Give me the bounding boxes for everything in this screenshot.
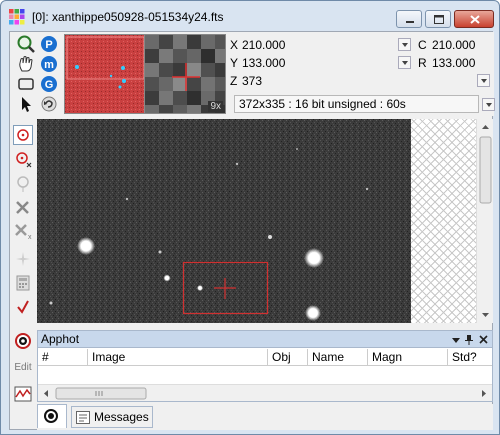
col-std[interactable]: Std? [448,349,492,366]
c-coord-value: 210.000 [432,38,476,52]
magnifier-zoom-label: 9x [208,101,223,112]
pin-icon[interactable] [464,334,474,345]
aperture-delete-icon[interactable] [13,197,33,217]
svg-text:P: P [45,39,52,51]
coordinates-panel: X 210.000 C 210.000 Y 133.000 R 133.000 … [226,32,495,116]
chart-graph-icon[interactable] [13,384,33,404]
svg-text:G: G [45,79,54,91]
minimize-button[interactable] [396,10,422,28]
calculator-icon[interactable] [13,273,33,293]
apphot-title: Apphot [41,332,80,346]
aperture-move-icon[interactable] [13,173,33,193]
horizontal-scrollbar[interactable] [38,384,492,401]
r-coord-label: R [418,56,427,70]
apphot-table-header: # Image Obj Name Magn Std? [38,349,492,366]
fit-window-icon[interactable] [17,75,35,93]
y-coord-dropdown[interactable] [398,56,411,69]
apphot-header: Apphot [38,331,492,348]
r-coord-value: 133.000 [432,56,476,70]
image-canvas[interactable] [37,119,411,323]
col-number[interactable]: # [38,349,88,366]
z-coord-label: Z [230,74,238,88]
tab-apphot[interactable] [37,404,67,428]
close-button[interactable] [454,10,494,28]
panel-menu-icon[interactable] [451,335,461,345]
z-coord-value: 373 [242,74,263,88]
col-name[interactable]: Name [308,349,368,366]
image-outside-area [411,119,476,323]
svg-text:m: m [44,59,54,71]
vertical-scrollbar-graphic [479,125,492,317]
col-image[interactable]: Image [88,349,268,366]
c-coord-label: C [418,38,427,52]
minimize-icon [406,21,414,23]
magnifier-view: 9x [144,34,226,114]
overview-thumbnail[interactable] [64,34,146,114]
title-bar[interactable]: [0]: xanthippe050928-051534y24.fts [1,1,499,31]
sparkle-icon[interactable] [13,249,33,269]
x-coord-label: X [230,38,239,52]
col-magn[interactable]: Magn [368,349,448,366]
overview-image [65,35,145,113]
checkmark-icon[interactable] [13,297,33,317]
tab-messages[interactable]: Messages [71,406,153,428]
hand-pan-icon[interactable] [17,55,35,73]
aperture-delete-all-icon[interactable]: x [13,221,33,241]
target-icon[interactable] [13,331,33,351]
app-icon [9,9,25,25]
m-button-icon[interactable]: m [40,55,58,73]
restore-icon [434,15,444,24]
g-button-icon[interactable]: G [40,75,58,93]
zoom-icon[interactable] [17,35,35,53]
svg-text:x: x [28,234,32,241]
image-info-dropdown[interactable] [482,98,495,111]
aperture-select-icon[interactable] [13,125,33,145]
messages-tab-label: Messages [94,410,149,424]
image-info-field[interactable]: 372x335 : 16 bit unsigned : 60s [234,95,479,113]
zoom-tools: P m G [10,32,64,116]
maximize-button[interactable] [425,10,451,28]
window-title: [0]: xanthippe050928-051534y24.fts [32,10,224,24]
close-icon [470,15,480,24]
bottom-tabs: Messages [37,404,493,430]
target-tab-icon [44,409,58,423]
horizontal-scrollbar-graphic [44,387,486,400]
x-coord-value: 210.000 [242,38,286,52]
vertical-scrollbar[interactable] [476,119,493,323]
p-button-icon[interactable]: P [40,35,58,53]
main-panel: P m G 9x X 210.000 C 210.000 Y 133.000 R… [9,31,495,430]
edit-label[interactable]: Edit [13,358,33,378]
pointer-icon[interactable] [17,95,35,113]
left-toolbar: x Edit [10,118,36,408]
z-coord-dropdown[interactable] [477,74,490,87]
messages-icon [76,411,90,424]
col-obj[interactable]: Obj [268,349,308,366]
y-coord-label: Y [230,56,239,70]
x-coord-dropdown[interactable] [398,38,411,51]
aperture-add-icon[interactable] [13,149,33,169]
undo-icon[interactable] [40,95,58,113]
app-window: [0]: xanthippe050928-051534y24.fts P m G [0,0,500,435]
y-coord-value: 133.000 [242,56,286,70]
panel-close-icon[interactable] [478,334,489,345]
star-field-image [37,119,411,323]
apphot-panel: Apphot # Image Obj Name Magn Std? [37,330,493,402]
